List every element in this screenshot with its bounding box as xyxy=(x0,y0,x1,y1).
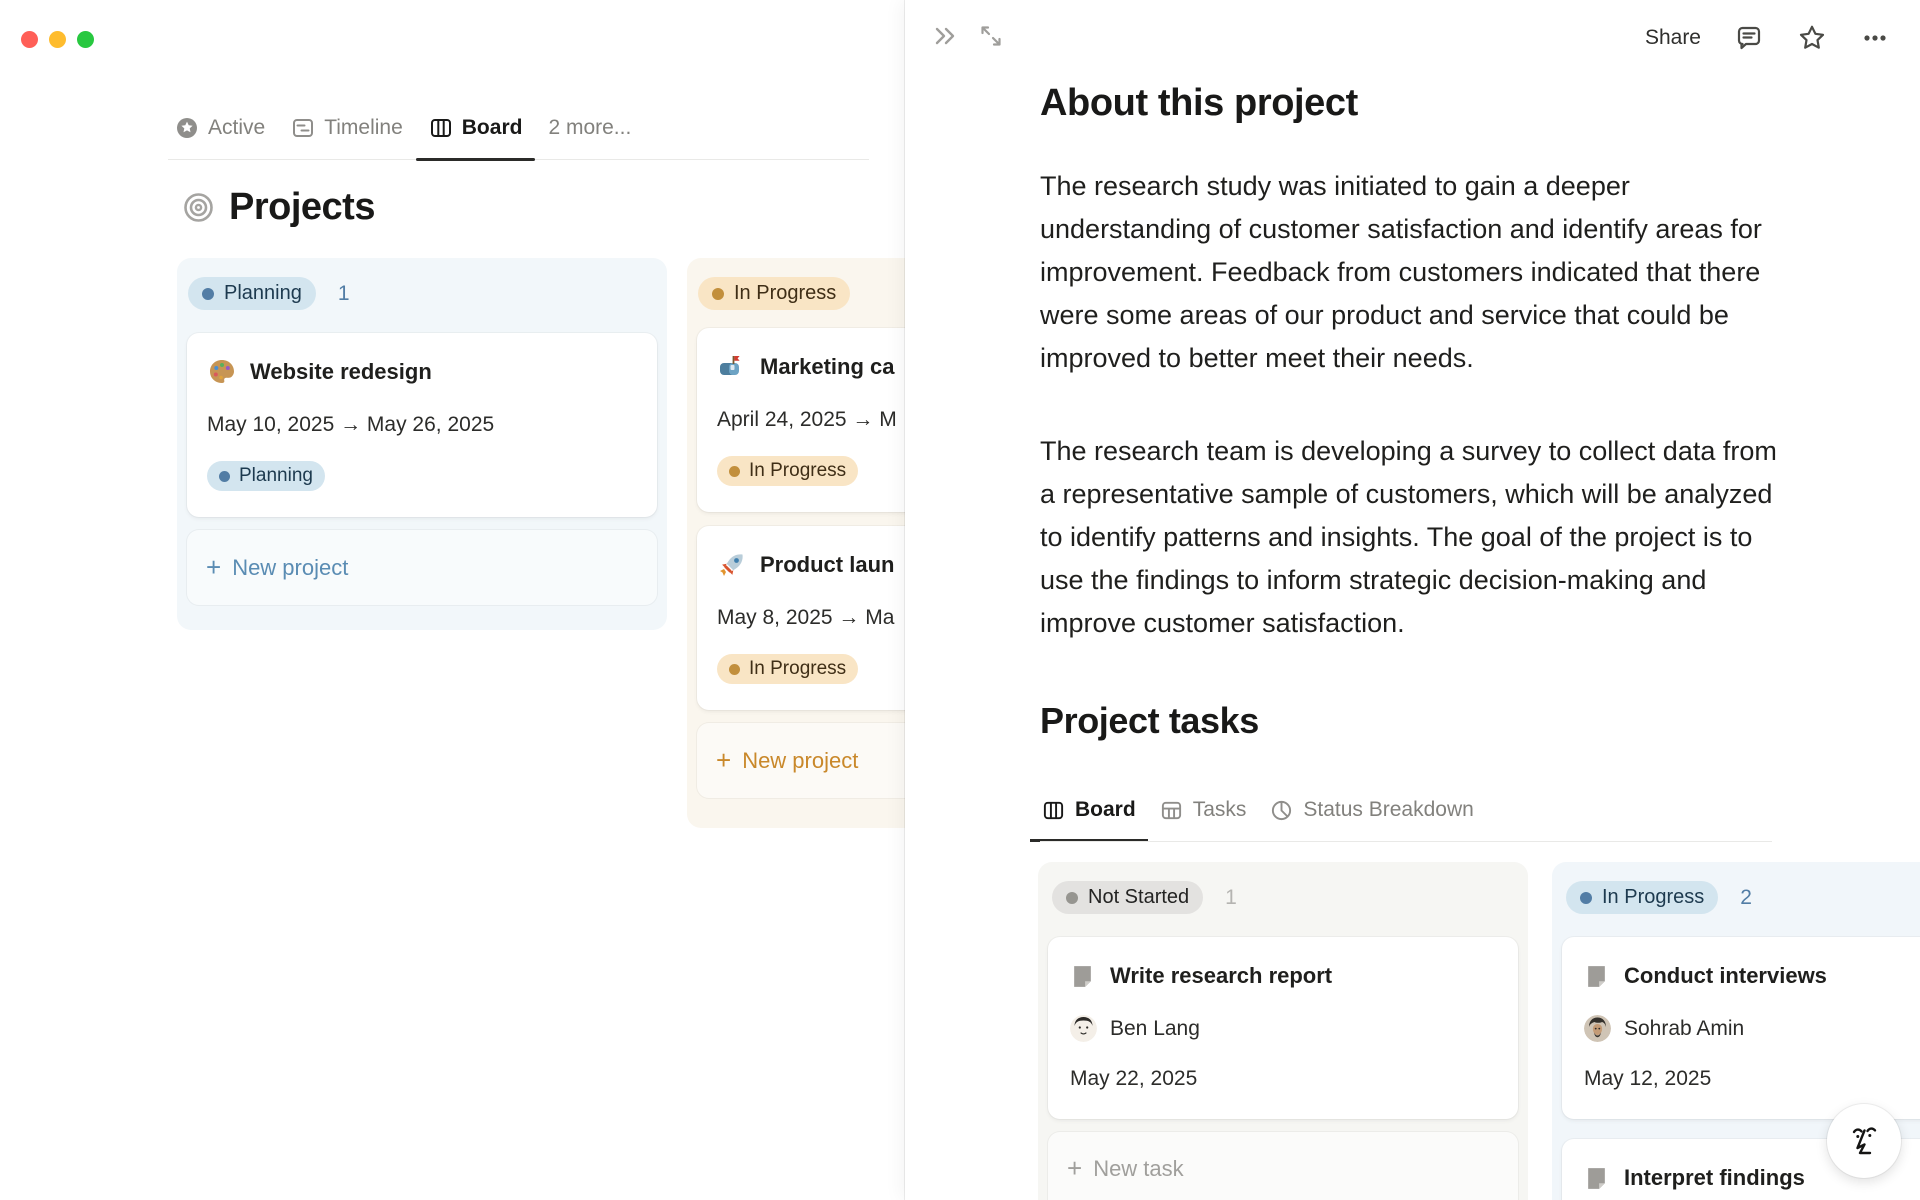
tab-label: Timeline xyxy=(324,116,403,139)
status-pill-in-progress[interactable]: In Progress xyxy=(1566,881,1719,914)
zoom-window-button[interactable] xyxy=(77,31,94,48)
task-title: Interpret findings xyxy=(1624,1165,1805,1190)
task-card-conduct-interviews[interactable]: Conduct interviews Sohrab Amin May 12, 2… xyxy=(1562,937,1920,1119)
more-options-icon[interactable] xyxy=(1860,23,1890,53)
due-date: May 22, 2025 xyxy=(1070,1067,1198,1090)
share-button[interactable]: Share xyxy=(1645,26,1701,50)
tab-label: Active xyxy=(208,116,266,139)
heading-about-this-project: About this project xyxy=(1040,82,1358,124)
card-title: Product laun xyxy=(760,552,895,577)
minimize-window-button[interactable] xyxy=(49,31,66,48)
heading-project-tasks: Project tasks xyxy=(1040,700,1259,741)
bullseye-icon xyxy=(183,192,214,223)
board-column-planning: Planning 1 Website redesign May 10, 2025… xyxy=(177,258,667,630)
expand-page-icon[interactable] xyxy=(977,22,1005,50)
status-dot xyxy=(1580,891,1592,904)
timeline-icon xyxy=(291,116,315,140)
notion-ai-button[interactable] xyxy=(1827,1104,1901,1178)
card-tag: In Progress xyxy=(717,456,859,486)
project-card-website-redesign[interactable]: Website redesign May 10, 2025 → May 26, … xyxy=(187,333,657,517)
column-header: In Progress 2 xyxy=(1552,862,1920,914)
pie-chart-icon xyxy=(1270,799,1293,822)
tab-label: 2 more... xyxy=(548,116,632,139)
tag-dot xyxy=(729,465,740,477)
task-view-tab-bar: Board Tasks Status Breakdown xyxy=(1030,789,1486,842)
comment-icon[interactable] xyxy=(1734,23,1764,53)
close-window-button[interactable] xyxy=(21,31,38,48)
assignee-name: Ben Lang xyxy=(1110,1016,1200,1040)
page-icon xyxy=(1584,1166,1609,1191)
view-tab-tasks[interactable]: Tasks xyxy=(1148,789,1259,831)
tab-active[interactable]: Active xyxy=(162,106,278,150)
page-title: Projects xyxy=(229,186,375,228)
assignee-avatar xyxy=(1584,1015,1611,1042)
star-circle-icon xyxy=(175,116,199,140)
view-tab-status-breakdown[interactable]: Status Breakdown xyxy=(1258,789,1485,831)
mailbox-emoji xyxy=(717,352,747,382)
task-title: Conduct interviews xyxy=(1624,963,1827,988)
tag-dot xyxy=(729,663,740,675)
new-project-button[interactable]: + New project xyxy=(187,530,657,605)
side-peek-panel: Share About this project The research st… xyxy=(905,0,1920,1200)
status-dot xyxy=(202,287,214,300)
status-pill-in-progress[interactable]: In Progress xyxy=(698,277,851,310)
card-tag: In Progress xyxy=(717,654,859,684)
tab-board[interactable]: Board xyxy=(415,106,536,161)
status-pill-planning[interactable]: Planning xyxy=(188,277,316,310)
about-paragraph-1: The research study was initiated to gain… xyxy=(1040,171,1762,373)
rocket-emoji xyxy=(717,550,747,580)
board-icon xyxy=(429,116,453,140)
plus-icon: + xyxy=(716,744,732,775)
column-header: Not Started 1 xyxy=(1038,862,1528,914)
column-header: Planning 1 xyxy=(177,258,667,310)
page-icon xyxy=(1070,964,1095,989)
card-tag: Planning xyxy=(207,461,325,491)
tag-dot xyxy=(219,470,230,482)
collapse-peek-icon[interactable] xyxy=(931,22,959,50)
tab-label: Board xyxy=(461,116,523,139)
card-title: Marketing ca xyxy=(760,354,895,379)
new-task-button[interactable]: + New task xyxy=(1048,1132,1518,1200)
column-count: 1 xyxy=(1225,885,1237,909)
page-title-row: Projects xyxy=(183,186,375,229)
status-pill-not-started[interactable]: Not Started xyxy=(1052,881,1204,914)
plus-icon: + xyxy=(206,551,222,582)
view-tab-board[interactable]: Board xyxy=(1030,789,1148,842)
assignee-avatar xyxy=(1070,1015,1097,1042)
task-column-not-started: Not Started 1 Write research report Ben … xyxy=(1038,862,1528,1200)
board-icon xyxy=(1042,799,1065,822)
window-controls xyxy=(21,31,94,48)
table-icon xyxy=(1160,799,1183,822)
card-title: Website redesign xyxy=(250,359,432,384)
about-paragraph-2: The research team is developing a survey… xyxy=(1040,436,1777,638)
column-count: 2 xyxy=(1740,885,1752,909)
page-icon xyxy=(1584,964,1609,989)
status-dot xyxy=(1066,891,1078,904)
view-tab-bar: Active Timeline Board 2 more... xyxy=(162,106,644,161)
column-count: 1 xyxy=(337,281,350,305)
assignee-name: Sohrab Amin xyxy=(1624,1016,1745,1040)
plus-icon: + xyxy=(1067,1153,1083,1183)
due-date: May 12, 2025 xyxy=(1584,1067,1712,1090)
tab-more-views[interactable]: 2 more... xyxy=(535,106,644,150)
palette-emoji xyxy=(207,357,237,387)
card-dates: May 10, 2025 → May 26, 2025 xyxy=(207,413,495,436)
task-title: Write research report xyxy=(1110,963,1333,988)
status-dot xyxy=(712,287,724,300)
task-card-write-research-report[interactable]: Write research report Ben Lang May 22, 2… xyxy=(1048,937,1518,1119)
star-icon[interactable] xyxy=(1797,23,1827,53)
notion-ai-face-icon xyxy=(1844,1121,1884,1161)
tab-timeline[interactable]: Timeline xyxy=(278,106,416,150)
task-tab-divider xyxy=(1040,841,1772,842)
